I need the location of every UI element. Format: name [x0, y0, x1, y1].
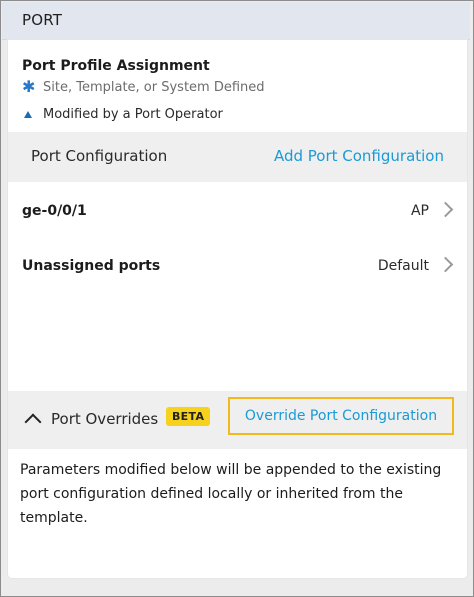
panel-frame: PORT Port Profile Assignment ✱ Site, Tem… [0, 0, 474, 597]
chevron-right-icon [437, 201, 454, 218]
port-row-value: Default [377, 258, 429, 274]
port-row-name: Unassigned ports [22, 258, 161, 274]
port-row-ge-0-0-1[interactable]: ge-0/0/1 AP [8, 186, 467, 236]
port-row-value: AP [410, 203, 429, 219]
port-card: Port Profile Assignment ✱ Site, Template… [8, 40, 467, 578]
port-configuration-label: Port Configuration [31, 147, 168, 165]
chevron-up-icon [24, 413, 42, 431]
section-header-title: PORT [22, 11, 63, 29]
port-overrides-label: Port Overrides [51, 410, 159, 428]
section-header: PORT [2, 2, 470, 40]
add-port-configuration-link[interactable]: Add Port Configuration [274, 147, 444, 165]
overrides-description: Parameters modified below will be append… [20, 462, 442, 526]
port-configuration-bar: Port Configuration Add Port Configuratio… [8, 132, 467, 182]
legend-site-template-system: ✱ Site, Template, or System Defined [22, 79, 265, 95]
chevron-right-icon [437, 256, 454, 273]
port-profile-assignment-title: Port Profile Assignment [22, 58, 210, 74]
legend-modified-by-operator: Modified by a Port Operator [22, 107, 223, 122]
port-overrides-toggle[interactable]: Port Overrides [22, 410, 159, 431]
port-row-name: ge-0/0/1 [22, 203, 87, 219]
triangle-up-icon [24, 111, 32, 118]
override-port-configuration-button[interactable]: Override Port Configuration [228, 397, 454, 435]
legend-label: Modified by a Port Operator [43, 107, 223, 122]
legend-label: Site, Template, or System Defined [43, 79, 265, 95]
port-overrides-bar: Port Overrides BETA Override Port Config… [8, 391, 467, 449]
port-row-unassigned[interactable]: Unassigned ports Default [8, 241, 467, 291]
beta-badge: BETA [166, 407, 211, 426]
asterisk-icon: ✱ [22, 77, 36, 96]
